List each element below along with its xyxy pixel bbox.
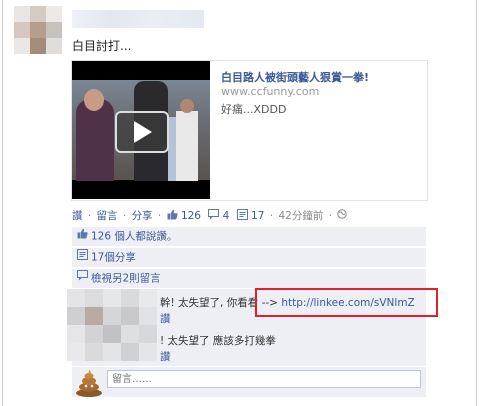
thumbs-up-icon	[77, 227, 88, 246]
likes-summary-text[interactable]: 126 個人都說讚。	[91, 231, 177, 243]
likes-summary-row[interactable]: 126 個人都說讚。	[72, 227, 426, 246]
link-description: 好痛...XDDD	[221, 103, 287, 116]
person-figure	[176, 111, 198, 181]
share-icon	[236, 208, 248, 223]
commenter-avatar-mosaic[interactable]	[67, 289, 157, 361]
speech-bubble-icon	[208, 208, 220, 223]
speech-bubble-icon	[77, 269, 88, 288]
divider	[72, 246, 426, 247]
shares-summary-text[interactable]: 17個分享	[91, 252, 136, 264]
like-link[interactable]: 讚	[72, 208, 83, 223]
right-border	[476, 0, 477, 406]
comment-2-like-link[interactable]: 讚	[160, 349, 171, 364]
left-border	[2, 0, 3, 406]
comment-input[interactable]	[107, 370, 421, 388]
share-count[interactable]: 17	[251, 210, 264, 222]
comment-count[interactable]: 4	[223, 210, 230, 222]
poster-avatar[interactable]	[14, 6, 62, 54]
view-more-comments-row[interactable]: 檢視另2則留言	[72, 269, 426, 288]
comment-2-text: ! 太失望了 應該多打幾拳	[160, 335, 276, 347]
separator: ·	[269, 209, 274, 222]
poop-avatar-icon	[74, 367, 104, 397]
comment-1-like-link[interactable]: 讚	[160, 311, 171, 326]
comment-1-prefix: 幹! 太失望了, 你看看	[160, 297, 259, 309]
link-title[interactable]: 白目路人被街頭藝人狠賞一拳!	[221, 69, 369, 85]
separator: ·	[328, 209, 333, 222]
separator: ·	[157, 209, 162, 222]
share-icon	[77, 248, 88, 267]
video-thumbnail[interactable]	[72, 61, 210, 199]
poster-name-blurred[interactable]	[72, 10, 204, 28]
view-more-comments-text[interactable]: 檢視另2則留言	[91, 273, 161, 285]
thumbs-up-icon	[167, 209, 178, 223]
link-domain: www.ccfunny.com	[221, 85, 320, 98]
facebook-post: 白目討打... 白目路人被街頭藝人狠賞一拳! www.ccfunny.com 好…	[0, 0, 480, 406]
separator: ·	[122, 209, 127, 222]
comment-link[interactable]: 留言	[97, 208, 118, 223]
url-highlight-box	[255, 288, 438, 317]
timestamp[interactable]: 42分鐘前	[278, 208, 323, 223]
separator: ·	[87, 209, 92, 222]
like-count[interactable]: 126	[181, 210, 201, 222]
shares-summary-row[interactable]: 17個分享	[72, 248, 426, 267]
person-head	[84, 89, 104, 111]
person-head	[180, 99, 194, 113]
globe-icon	[337, 209, 348, 222]
person-figure	[76, 99, 114, 181]
divider	[72, 267, 426, 268]
post-action-bar: 讚 · 留言 · 分享 · 126 4 17 · 42分鐘前 ·	[72, 208, 348, 223]
post-text: 白目討打...	[72, 39, 132, 53]
shared-link-card[interactable]: 白目路人被街頭藝人狠賞一拳! www.ccfunny.com 好痛...XDDD	[71, 60, 428, 201]
play-icon[interactable]	[115, 111, 169, 153]
share-link[interactable]: 分享	[132, 208, 153, 223]
